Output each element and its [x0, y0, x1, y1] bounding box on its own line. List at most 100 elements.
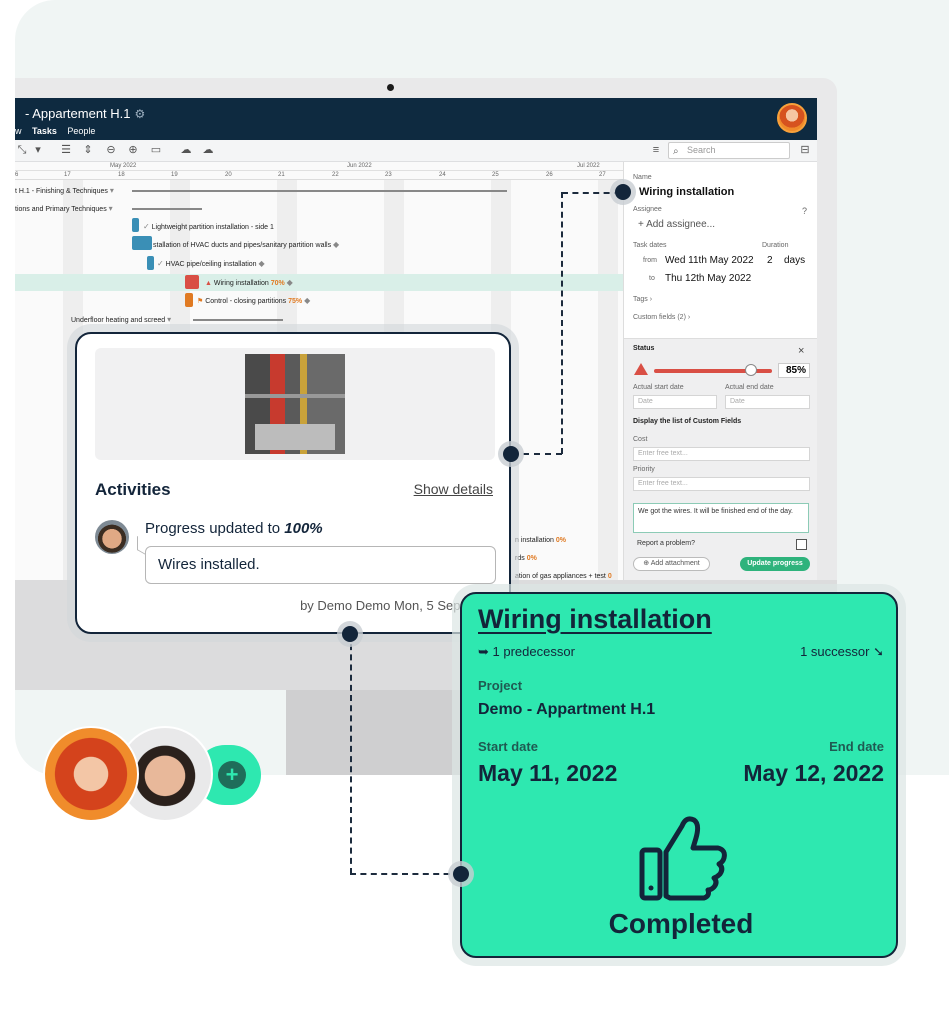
search-input[interactable]: ⌕ Search: [668, 142, 790, 159]
weekend-shade: [598, 180, 618, 580]
completed-status: Completed: [608, 908, 754, 939]
plus-icon: ⊕: [643, 560, 650, 567]
connector-dot: [615, 184, 631, 200]
custom-fields-link[interactable]: Custom fields (2) ›: [633, 314, 690, 321]
day-label: 24: [439, 172, 446, 178]
actual-start-label: Actual start date: [633, 384, 684, 391]
tags-link[interactable]: Tags ›: [633, 296, 652, 303]
collapse-caret-icon[interactable]: ▾: [109, 204, 113, 213]
actual-start-input[interactable]: Date: [633, 395, 717, 409]
link-tool-icon[interactable]: ⤡: [15, 143, 29, 157]
user-avatar[interactable]: [777, 103, 807, 133]
task-bar[interactable]: [132, 218, 139, 232]
menu-item-view[interactable]: w: [15, 126, 22, 136]
actual-end-input[interactable]: Date: [725, 395, 810, 409]
avatar[interactable]: [43, 726, 139, 822]
add-attachment-button[interactable]: ⊕ Add attachment: [633, 557, 710, 571]
tag-icon: ◆: [304, 296, 311, 305]
day-label: 25: [492, 172, 499, 178]
zoom-in-icon[interactable]: ⊕: [126, 143, 140, 157]
update-progress-button[interactable]: Update progress: [740, 557, 810, 571]
connector-line: [562, 192, 620, 194]
wiring-photo[interactable]: [245, 354, 345, 454]
day-header: 6 17 18 19 20 21 22 23 24 25 26 27: [15, 171, 623, 180]
report-problem-checkbox[interactable]: [796, 539, 807, 550]
task-side-panel: Name Wiring installation Assignee ? + Ad…: [623, 162, 817, 580]
predecessor-link[interactable]: ➥ 1 predecessor: [478, 644, 575, 660]
main-menu: w Tasks People: [15, 126, 103, 136]
duration-label: Duration: [762, 242, 789, 249]
plus-icon: +: [638, 219, 644, 230]
dropdown-chevron-icon[interactable]: ▾: [31, 143, 45, 157]
start-date-value[interactable]: Wed 11th May 2022: [665, 255, 754, 266]
zoom-out-icon[interactable]: ⊖: [104, 143, 118, 157]
gantt-row[interactable]: rds 0%: [515, 555, 537, 562]
help-icon[interactable]: ?: [802, 206, 807, 216]
monitor-icon[interactable]: ▭: [149, 143, 163, 157]
gantt-row[interactable]: ✓ HVAC pipe/ceiling installation ◆: [157, 259, 265, 268]
selected-row-highlight: [15, 274, 623, 291]
connector-line: [512, 453, 562, 455]
progress-value[interactable]: 85%: [778, 363, 810, 378]
day-label: 23: [385, 172, 392, 178]
day-label: 21: [278, 172, 285, 178]
gantt-row[interactable]: stallation of HVAC ducts and pipes/sanit…: [153, 240, 339, 249]
gantt-row[interactable]: tions and Primary Techniques ▾: [15, 204, 113, 213]
avatar: [95, 520, 129, 554]
gantt-row[interactable]: Underfloor heating and screed ▾: [71, 315, 171, 324]
close-icon[interactable]: ×: [798, 345, 804, 357]
panel-toggle-icon[interactable]: ⊟: [798, 143, 812, 157]
day-label: 20: [225, 172, 232, 178]
add-member-button[interactable]: +: [218, 761, 246, 789]
filter-sliders-icon[interactable]: ☰: [59, 143, 73, 157]
menu-item-people[interactable]: People: [67, 126, 95, 136]
check-icon: ✓: [157, 259, 164, 268]
toolbar: ⤡ ▾ ☰ ⇕ ⊖ ⊕ ▭ ☁ ☁ ≡ ⌕ Search ⊟: [15, 140, 817, 162]
summary-bar[interactable]: [132, 208, 202, 210]
gantt-row[interactable]: n installation 0%: [515, 537, 566, 544]
from-label: from: [643, 257, 657, 264]
task-bar-selected[interactable]: [185, 275, 199, 289]
project-title: - Appartement H.1 ⚙: [25, 106, 146, 121]
attachment-preview[interactable]: [95, 348, 495, 460]
gantt-row[interactable]: ⚑ Control - closing partitions 75% ◆: [197, 296, 310, 305]
collapse-rows-icon[interactable]: ⇕: [81, 143, 95, 157]
day-label: 19: [171, 172, 178, 178]
successor-link[interactable]: 1 successor ➘: [800, 644, 884, 660]
task-title-link[interactable]: Wiring installation: [478, 604, 712, 635]
start-date-value: May 11, 2022: [478, 760, 618, 786]
gantt-row-selected[interactable]: ▲ Wiring installation 70% ◆: [205, 278, 293, 287]
summary-bar[interactable]: [132, 190, 507, 192]
collapse-caret-icon[interactable]: ▾: [110, 186, 114, 195]
menu-item-tasks[interactable]: Tasks: [32, 126, 57, 136]
task-name-value[interactable]: Wiring installation: [639, 186, 734, 198]
warning-icon: [634, 363, 648, 375]
tag-icon: ◆: [333, 240, 340, 249]
task-bar[interactable]: [185, 293, 193, 307]
add-assignee-button[interactable]: + Add assignee...: [638, 219, 715, 230]
show-details-link[interactable]: Show details: [414, 481, 493, 497]
task-bar[interactable]: [132, 236, 152, 250]
gantt-row[interactable]: ✓ Lightweight partition installation - s…: [143, 222, 274, 231]
tag-icon: ◆: [286, 278, 293, 287]
status-label: Status: [633, 345, 655, 352]
gantt-row[interactable]: ation of gas appliances + test 0: [515, 573, 612, 580]
duration-value[interactable]: 2: [767, 255, 773, 266]
task-bar[interactable]: [147, 256, 154, 270]
collapse-caret-icon[interactable]: ▾: [167, 315, 171, 324]
plus-icon: +: [225, 762, 239, 787]
connector-line: [350, 634, 352, 874]
cloud-download-icon[interactable]: ☁: [179, 143, 193, 157]
comment-input[interactable]: We got the wires. It will be finished en…: [633, 503, 809, 533]
summary-bar[interactable]: [193, 319, 283, 321]
priority-input[interactable]: Enter free text...: [633, 477, 810, 491]
activities-title: Activities: [95, 480, 171, 499]
to-label: to: [649, 275, 655, 282]
filter-icon[interactable]: ≡: [649, 143, 663, 157]
progress-slider-handle[interactable]: [745, 364, 757, 376]
cost-input[interactable]: Enter free text...: [633, 447, 810, 461]
end-date-value[interactable]: Thu 12th May 2022: [665, 273, 751, 284]
gantt-row[interactable]: t H.1 - Finishing & Techniques ▾: [15, 186, 114, 195]
gear-icon[interactable]: ⚙: [135, 107, 146, 121]
cloud-upload-icon[interactable]: ☁: [201, 143, 215, 157]
